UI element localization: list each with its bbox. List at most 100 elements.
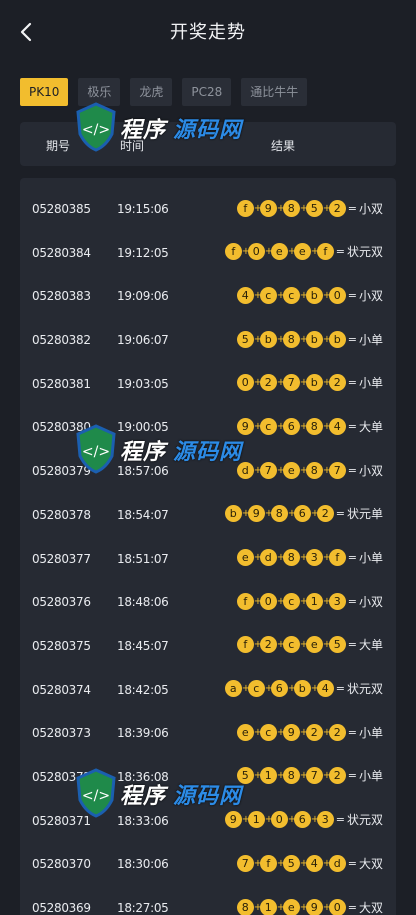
table-header: 期号 时间 结果 xyxy=(20,122,396,166)
plus-sign: + xyxy=(253,552,263,563)
equals-sign: = xyxy=(347,201,357,215)
result-label: 小单 xyxy=(358,551,383,565)
equals-sign: = xyxy=(347,332,357,346)
result-ball: c xyxy=(259,286,277,304)
period-number: 05280385 xyxy=(32,202,91,216)
result-ball: 8 xyxy=(282,199,300,217)
result-label: 大单 xyxy=(358,419,383,434)
result-ball: e xyxy=(270,243,288,261)
plus-sign: + xyxy=(310,508,320,520)
result-ball: f xyxy=(236,592,254,610)
draw-time: 19:12:05 xyxy=(117,245,169,260)
result-label: 大双 xyxy=(358,856,383,871)
plus-sign: + xyxy=(264,814,274,826)
plus-sign: + xyxy=(264,683,274,695)
result-ball: b xyxy=(293,680,311,698)
equals-sign: = xyxy=(347,725,357,739)
result-ball: c xyxy=(282,592,300,610)
table-row: 05280381 19:03:05 0 +2 +7 + b +2 = 小单 xyxy=(20,361,396,405)
plus-sign: + xyxy=(253,289,263,301)
result-ball: 4 xyxy=(305,854,323,872)
result-ball: 5 xyxy=(236,767,254,785)
result-ball: 7 xyxy=(259,461,277,479)
page-title: 开奖走势 xyxy=(170,22,246,43)
draw-result: 8 +1 + e +9 +0 = 大双 xyxy=(236,898,383,915)
draw-time: 18:54:07 xyxy=(117,507,169,522)
result-ball: 9 xyxy=(259,199,277,217)
period-number: 05280381 xyxy=(32,376,91,391)
result-label: 小单 xyxy=(358,376,383,391)
result-ball: b xyxy=(305,330,323,348)
result-ball: 0 xyxy=(247,243,265,261)
column-header-result: 结果 xyxy=(271,139,296,153)
period-number: 05280377 xyxy=(32,551,91,566)
tab-longhu[interactable]: 龙虎 xyxy=(130,78,173,106)
result-ball: 3 xyxy=(328,592,346,610)
draw-time: 19:09:06 xyxy=(117,289,169,304)
equals-sign: = xyxy=(335,245,345,259)
tab-tongbiniuniu[interactable]: 通比牛牛 xyxy=(241,78,308,106)
result-ball: 2 xyxy=(328,767,346,785)
plus-sign: + xyxy=(299,770,309,782)
result-ball: 4 xyxy=(236,286,254,304)
period-number: 05280373 xyxy=(32,726,91,741)
result-ball: 5 xyxy=(282,854,300,872)
result-ball: c xyxy=(259,417,277,435)
result-label: 小双 xyxy=(358,288,383,303)
result-label: 大双 xyxy=(358,900,383,915)
draw-result: 0 +2 +7 + b +2 = 小单 xyxy=(236,374,383,392)
plus-sign: + xyxy=(253,901,263,913)
draw-result: e + d +8 +3 + f = 小单 xyxy=(236,549,383,567)
plus-sign: + xyxy=(322,726,332,738)
plus-sign: + xyxy=(299,552,309,563)
draw-result: 9 + c +6 +8 +4 = 大单 xyxy=(236,417,383,435)
plus-sign: + xyxy=(253,726,263,738)
plus-sign: + xyxy=(310,246,320,258)
tab-jile[interactable]: 极乐 xyxy=(78,78,121,106)
result-ball: f xyxy=(224,243,242,261)
table-row: 05280384 19:12:05 f +0 + e + e + f = 状元双 xyxy=(20,230,396,274)
table-row: 05280382 19:06:07 5 + b +8 + b + b = 小单 xyxy=(20,317,396,361)
result-ball: b xyxy=(305,286,323,304)
result-ball: 4 xyxy=(316,680,334,698)
result-label: 小单 xyxy=(358,725,383,740)
result-ball: 2 xyxy=(328,723,346,741)
result-ball: e xyxy=(305,636,323,654)
result-ball: 2 xyxy=(305,723,323,741)
plus-sign: + xyxy=(322,202,332,214)
period-number: 05280372 xyxy=(32,769,91,784)
tab-pk10[interactable]: PK10 xyxy=(20,78,69,106)
draw-result: a + c +6 + b +4 = 状元双 xyxy=(224,680,383,698)
equals-sign: = xyxy=(335,813,345,827)
plus-sign: + xyxy=(322,377,332,389)
table-row: 05280373 18:39:06 e + c +9 +2 +2 = 小单 xyxy=(20,710,396,754)
result-ball: e xyxy=(282,461,300,479)
result-ball: e xyxy=(293,243,311,261)
plus-sign: + xyxy=(276,552,286,563)
result-label: 状元双 xyxy=(346,682,383,697)
plus-sign: + xyxy=(253,202,263,214)
result-ball: c xyxy=(259,723,277,741)
period-number: 05280382 xyxy=(32,333,91,348)
result-ball: f xyxy=(236,636,254,654)
tab-pc28[interactable]: PC28 xyxy=(182,78,232,106)
result-ball: 7 xyxy=(305,767,323,785)
result-ball: 2 xyxy=(328,374,346,392)
result-ball: d xyxy=(259,549,277,566)
result-ball: 0 xyxy=(328,898,346,915)
plus-sign: + xyxy=(299,857,309,869)
result-ball: 5 xyxy=(305,199,323,217)
equals-sign: = xyxy=(347,463,357,477)
result-ball: 5 xyxy=(236,330,254,348)
plus-sign: + xyxy=(241,814,251,826)
draw-results-list[interactable]: 05280385 19:15:06 f +9 +8 +5 +2 = 小双 05280384 19:1… xyxy=(20,178,396,915)
plus-sign: + xyxy=(253,333,263,345)
period-number: 05280369 xyxy=(32,901,91,915)
plus-sign: + xyxy=(241,683,251,695)
result-ball: d xyxy=(328,854,346,872)
plus-sign: + xyxy=(276,726,286,738)
plus-sign: + xyxy=(253,857,263,869)
table-row: 05280376 18:48:06 f +0 + c +1 +3 = 小双 xyxy=(20,579,396,623)
result-ball: b xyxy=(328,330,346,348)
period-number: 05280370 xyxy=(32,857,91,872)
